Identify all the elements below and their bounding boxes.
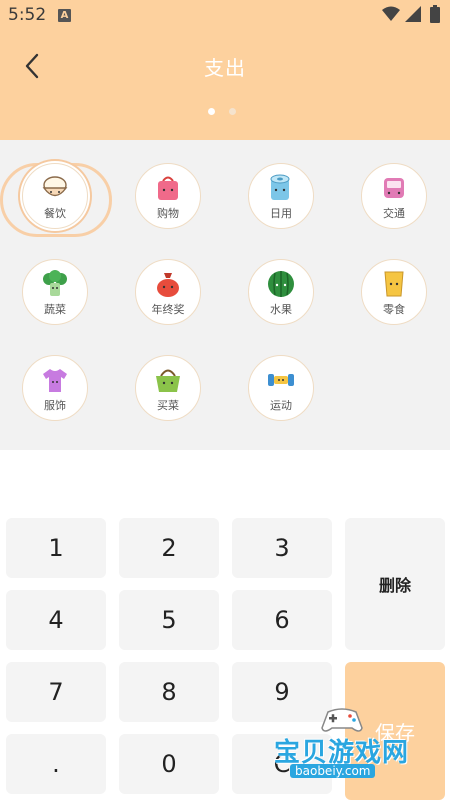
watermelon-icon [268, 271, 294, 297]
signal-icon [405, 6, 421, 22]
category-riyong[interactable]: 日用 [248, 163, 314, 229]
category-label: 服饰 [44, 399, 66, 412]
status-bar: 5:52 A [0, 0, 450, 32]
pager-dot [229, 108, 236, 115]
key-3[interactable]: 3 [232, 518, 332, 578]
category-shucai[interactable]: 蔬菜 [22, 259, 88, 325]
basket-icon [156, 369, 180, 392]
wifi-icon [382, 6, 400, 21]
bus-icon [384, 178, 404, 198]
key-decimal[interactable]: . [6, 734, 106, 794]
battery-icon [430, 5, 440, 23]
category-jiaotong[interactable]: 交通 [361, 163, 427, 229]
page-title: 支出 [204, 56, 246, 80]
pager-indicator [208, 108, 236, 115]
category-lingshi[interactable]: 零食 [361, 259, 427, 325]
toilet-paper-icon [270, 174, 290, 200]
category-label: 买菜 [157, 399, 179, 412]
header-bar: 5:52 A 支出 [0, 0, 450, 140]
category-gouwu[interactable]: 购物 [135, 163, 201, 229]
category-nianzhongjiang[interactable]: 年终奖 [135, 259, 201, 325]
notification-icon: A [58, 9, 71, 22]
rice-bowl-icon [42, 176, 68, 197]
watermark-url: baobeiy.com [290, 764, 376, 778]
dumbbell-icon [268, 374, 294, 386]
category-yundong[interactable]: 运动 [248, 355, 314, 421]
category-label: 蔬菜 [44, 303, 66, 316]
category-label: 零食 [383, 303, 405, 316]
shopping-bag-icon [158, 176, 178, 200]
pager-dot-active [208, 108, 215, 115]
key-6[interactable]: 6 [232, 590, 332, 650]
category-canyin[interactable]: 餐饮 [22, 163, 88, 229]
category-label: 年终奖 [151, 303, 185, 316]
category-fushi[interactable]: 服饰 [22, 355, 88, 421]
category-maicai[interactable]: 买菜 [135, 355, 201, 421]
gamepad-icon [321, 708, 363, 732]
key-5[interactable]: 5 [119, 590, 219, 650]
status-time: 5:52 [8, 5, 47, 25]
key-0[interactable]: 0 [119, 734, 219, 794]
snack-icon [384, 271, 404, 297]
category-label: 餐饮 [44, 207, 66, 220]
broccoli-icon [43, 270, 67, 296]
category-label: 水果 [270, 303, 292, 316]
category-label: 购物 [157, 207, 179, 220]
category-shuiguo[interactable]: 水果 [248, 259, 314, 325]
delete-button[interactable]: 删除 [345, 518, 445, 650]
watermark: 宝贝游戏网 baobeiy.com [268, 706, 450, 786]
tshirt-icon [43, 369, 67, 392]
money-bag-icon [157, 273, 179, 297]
key-1[interactable]: 1 [6, 518, 106, 578]
category-label: 交通 [383, 207, 405, 220]
category-label: 日用 [270, 207, 292, 220]
category-label: 运动 [270, 399, 292, 412]
key-2[interactable]: 2 [119, 518, 219, 578]
key-7[interactable]: 7 [6, 662, 106, 722]
key-4[interactable]: 4 [6, 590, 106, 650]
key-8[interactable]: 8 [119, 662, 219, 722]
